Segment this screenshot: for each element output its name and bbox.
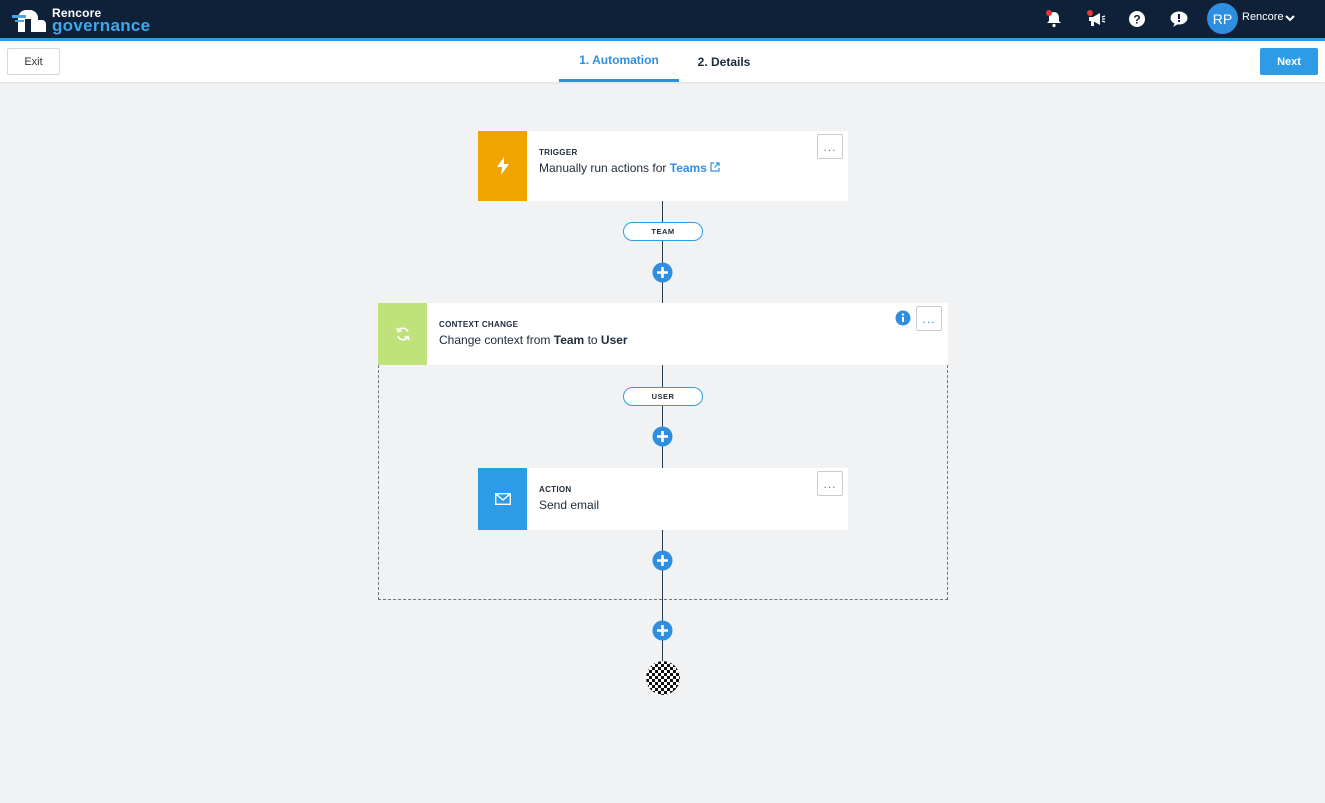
add-step-icon[interactable] <box>652 620 673 641</box>
action-card[interactable]: ACTION Send email ... <box>478 468 848 530</box>
trigger-more-button[interactable]: ... <box>817 134 843 159</box>
user-name[interactable]: Rencore <box>1242 11 1284 23</box>
lightning-icon <box>478 131 527 201</box>
finish-flag-icon <box>646 661 680 695</box>
context-to: User <box>600 333 628 347</box>
tab-details[interactable]: 2. Details <box>684 41 764 82</box>
svg-text:?: ? <box>1133 13 1140 27</box>
envelope-icon <box>478 468 527 530</box>
add-step-icon[interactable] <box>652 550 673 571</box>
context-change-card[interactable]: CONTEXT CHANGE Change context from Team … <box>378 303 948 365</box>
info-icon[interactable] <box>895 310 911 326</box>
add-step-icon[interactable] <box>652 262 673 283</box>
context-more-button[interactable]: ... <box>916 306 942 331</box>
action-label: ACTION <box>539 485 572 494</box>
feedback-icon[interactable] <box>1167 7 1191 31</box>
context-from: Team <box>553 333 585 347</box>
refresh-icon <box>378 303 427 365</box>
context-change-description: Change context from Team to User <box>439 333 628 347</box>
trigger-card[interactable]: TRIGGER Manually run actions for Teams .… <box>478 131 848 201</box>
action-more-button[interactable]: ... <box>817 471 843 496</box>
connector-line <box>662 201 663 303</box>
tab-automation[interactable]: 1. Automation <box>559 41 679 82</box>
help-icon[interactable]: ? <box>1125 7 1149 31</box>
context-to-word: to <box>587 333 598 347</box>
context-pill-user: USER <box>623 387 703 406</box>
add-step-icon[interactable] <box>652 426 673 447</box>
teams-link[interactable]: Teams <box>670 161 707 175</box>
exit-button[interactable]: Exit <box>7 48 60 75</box>
chevron-down-icon[interactable] <box>1284 12 1296 24</box>
context-change-label: CONTEXT CHANGE <box>439 320 519 329</box>
context-pill-team: TEAM <box>623 222 703 241</box>
trigger-description: Manually run actions for Teams <box>539 161 720 175</box>
action-description: Send email <box>539 498 600 512</box>
user-avatar[interactable]: RP <box>1207 3 1238 34</box>
wizard-header: Exit 1. Automation 2. Details Next <box>0 41 1325 82</box>
context-text: Change context from <box>439 333 551 347</box>
rencore-governance-logo[interactable]: Rencore governance <box>12 4 152 35</box>
megaphone-icon[interactable] <box>1084 7 1108 31</box>
logo-cloud-icon <box>12 10 46 32</box>
trigger-text: Manually run actions for <box>539 161 667 175</box>
bell-icon[interactable] <box>1042 7 1066 31</box>
trigger-label: TRIGGER <box>539 148 578 157</box>
next-button[interactable]: Next <box>1260 48 1318 75</box>
logo-text-governance: governance <box>52 16 151 35</box>
external-link-icon[interactable] <box>710 162 720 172</box>
top-navigation-bar: Rencore governance ? RP Rencore <box>0 0 1325 38</box>
